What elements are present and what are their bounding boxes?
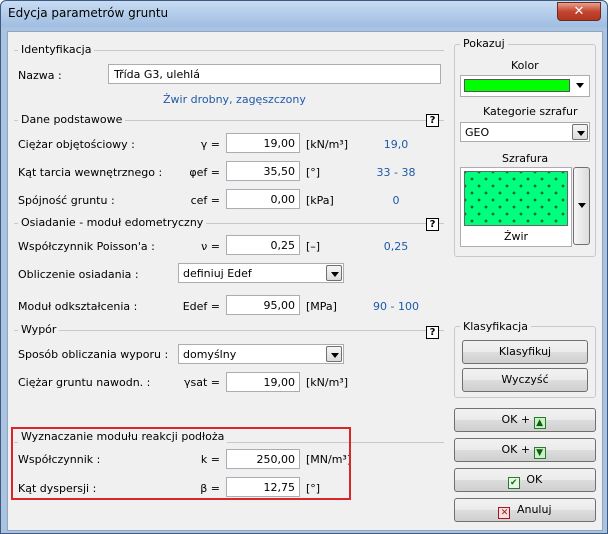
color-swatch (464, 79, 570, 92)
identification-title: Identyfikacja (18, 43, 95, 56)
ok-plus-up-button[interactable]: OK + ▲ (454, 408, 596, 432)
unit-weight-input[interactable]: 19,00 (226, 133, 300, 153)
settlement-calc-value: definiuj Edef (183, 267, 252, 280)
unit-weight-unit: [kN/m³] (306, 138, 349, 151)
saturated-weight-input[interactable]: 19,00 (226, 372, 300, 392)
poisson-input[interactable]: 0,25 (226, 235, 300, 255)
chevron-down-icon[interactable] (572, 124, 588, 140)
classify-button[interactable]: Klasyfikuj (462, 340, 588, 364)
hatch-category-value: GEO (465, 126, 490, 139)
soil-description: Żwir drobny, zagęszczony (163, 93, 306, 106)
ok-plus-down-label: OK + (501, 443, 531, 456)
window-title: Edycja parametrów gruntu (8, 6, 169, 20)
uplift-group (14, 330, 444, 331)
modulus-label: Moduł odkształcenia : (18, 300, 138, 313)
basic-data-title: Dane podstawowe (18, 113, 126, 126)
ok-label: OK (526, 473, 543, 486)
color-label: Kolor (511, 59, 539, 72)
color-select[interactable] (460, 75, 590, 97)
hatch-label: Szrafura (502, 152, 549, 165)
highlight-frame (11, 427, 351, 500)
settlement-calc-select[interactable]: definiuj Edef (178, 263, 344, 283)
uplift-method-value: domyślny (183, 348, 237, 361)
display-title: Pokazuj (460, 37, 508, 50)
name-label: Nazwa : (18, 69, 62, 82)
dialog-window: Edycja parametrów gruntu ✕ Identyfikacja… (0, 0, 608, 534)
modulus-hint: 90 - 100 (373, 300, 419, 313)
settlement-calc-label: Obliczenie osiadania : (18, 268, 139, 281)
settlement-help-icon[interactable]: ? (426, 218, 439, 231)
name-input[interactable]: Třída G3, ulehlá (108, 64, 441, 84)
poisson-label: Współczynnik Poisson'a : (18, 240, 155, 253)
modulus-input[interactable]: 95,00 (226, 295, 300, 315)
classification-title: Klasyfikacja (460, 320, 531, 333)
cohesion-label: Spójność gruntu : (18, 194, 115, 207)
modulus-symbol: Edef = (182, 300, 220, 313)
arrow-down-icon: ▼ (533, 447, 546, 459)
friction-angle-unit: [°] (306, 166, 321, 179)
arrow-up-icon: ▲ (533, 417, 546, 429)
ok-button[interactable]: ✔ OK (454, 468, 596, 492)
friction-angle-symbol: φef = (189, 166, 220, 179)
friction-angle-label: Kąt tarcia wewnętrznego : (18, 166, 163, 179)
unit-weight-hint: 19,0 (383, 138, 409, 151)
cohesion-input[interactable]: 0,00 (226, 189, 300, 209)
hatch-preview-box[interactable]: Żwir (460, 167, 572, 247)
saturated-weight-unit: [kN/m³] (306, 376, 349, 389)
cancel-label: Anuluj (516, 503, 552, 516)
clear-button[interactable]: Wyczyść (462, 368, 588, 392)
basic-help-icon[interactable]: ? (426, 114, 439, 127)
chevron-down-icon[interactable] (326, 265, 342, 281)
unit-weight-label: Ciężar objętościowy : (18, 138, 135, 151)
dialog-body: Identyfikacja Nazwa : Třída G3, ulehlá Ż… (7, 31, 603, 531)
chevron-down-icon[interactable] (572, 77, 588, 93)
title-bar[interactable]: Edycja parametrów gruntu ✕ (1, 1, 607, 27)
checkmark-icon: ✔ (507, 477, 520, 489)
poisson-hint: 0,25 (383, 240, 409, 253)
saturated-weight-symbol: γsat = (183, 376, 220, 389)
cohesion-hint: 0 (392, 194, 400, 207)
ok-plus-down-button[interactable]: OK + ▼ (454, 438, 596, 462)
cancel-button[interactable]: ✕ Anuluj (454, 498, 596, 522)
cohesion-unit: [kPa] (306, 194, 334, 207)
chevron-down-icon[interactable] (326, 346, 342, 362)
ok-plus-up-label: OK + (501, 413, 531, 426)
hatch-pattern (464, 171, 568, 226)
uplift-help-icon[interactable]: ? (426, 326, 439, 339)
close-button[interactable]: ✕ (557, 2, 601, 21)
unit-weight-symbol: γ = (200, 138, 220, 151)
hatch-category-label: Kategorie szrafur (483, 105, 578, 118)
saturated-weight-label: Ciężar gruntu nawodn. : (18, 376, 151, 389)
close-icon: ✕ (498, 507, 511, 519)
friction-angle-input[interactable]: 35,50 (226, 161, 300, 181)
hatch-dropdown-button[interactable] (573, 167, 590, 245)
friction-angle-hint: 33 - 38 (376, 166, 416, 179)
hatch-category-select[interactable]: GEO (460, 122, 590, 142)
hatch-name: Żwir (503, 230, 529, 243)
settlement-title: Osiadanie - moduł edometryczny (18, 216, 207, 229)
chevron-down-icon (578, 203, 586, 208)
uplift-method-select[interactable]: domyślny (178, 344, 344, 364)
poisson-symbol: ν = (201, 240, 220, 253)
poisson-unit: [–] (306, 240, 321, 253)
modulus-unit: [MPa] (306, 300, 337, 313)
uplift-title: Wypór (18, 323, 60, 336)
uplift-method-label: Sposób obliczania wyporu : (18, 348, 169, 361)
cohesion-symbol: cef = (190, 194, 220, 207)
